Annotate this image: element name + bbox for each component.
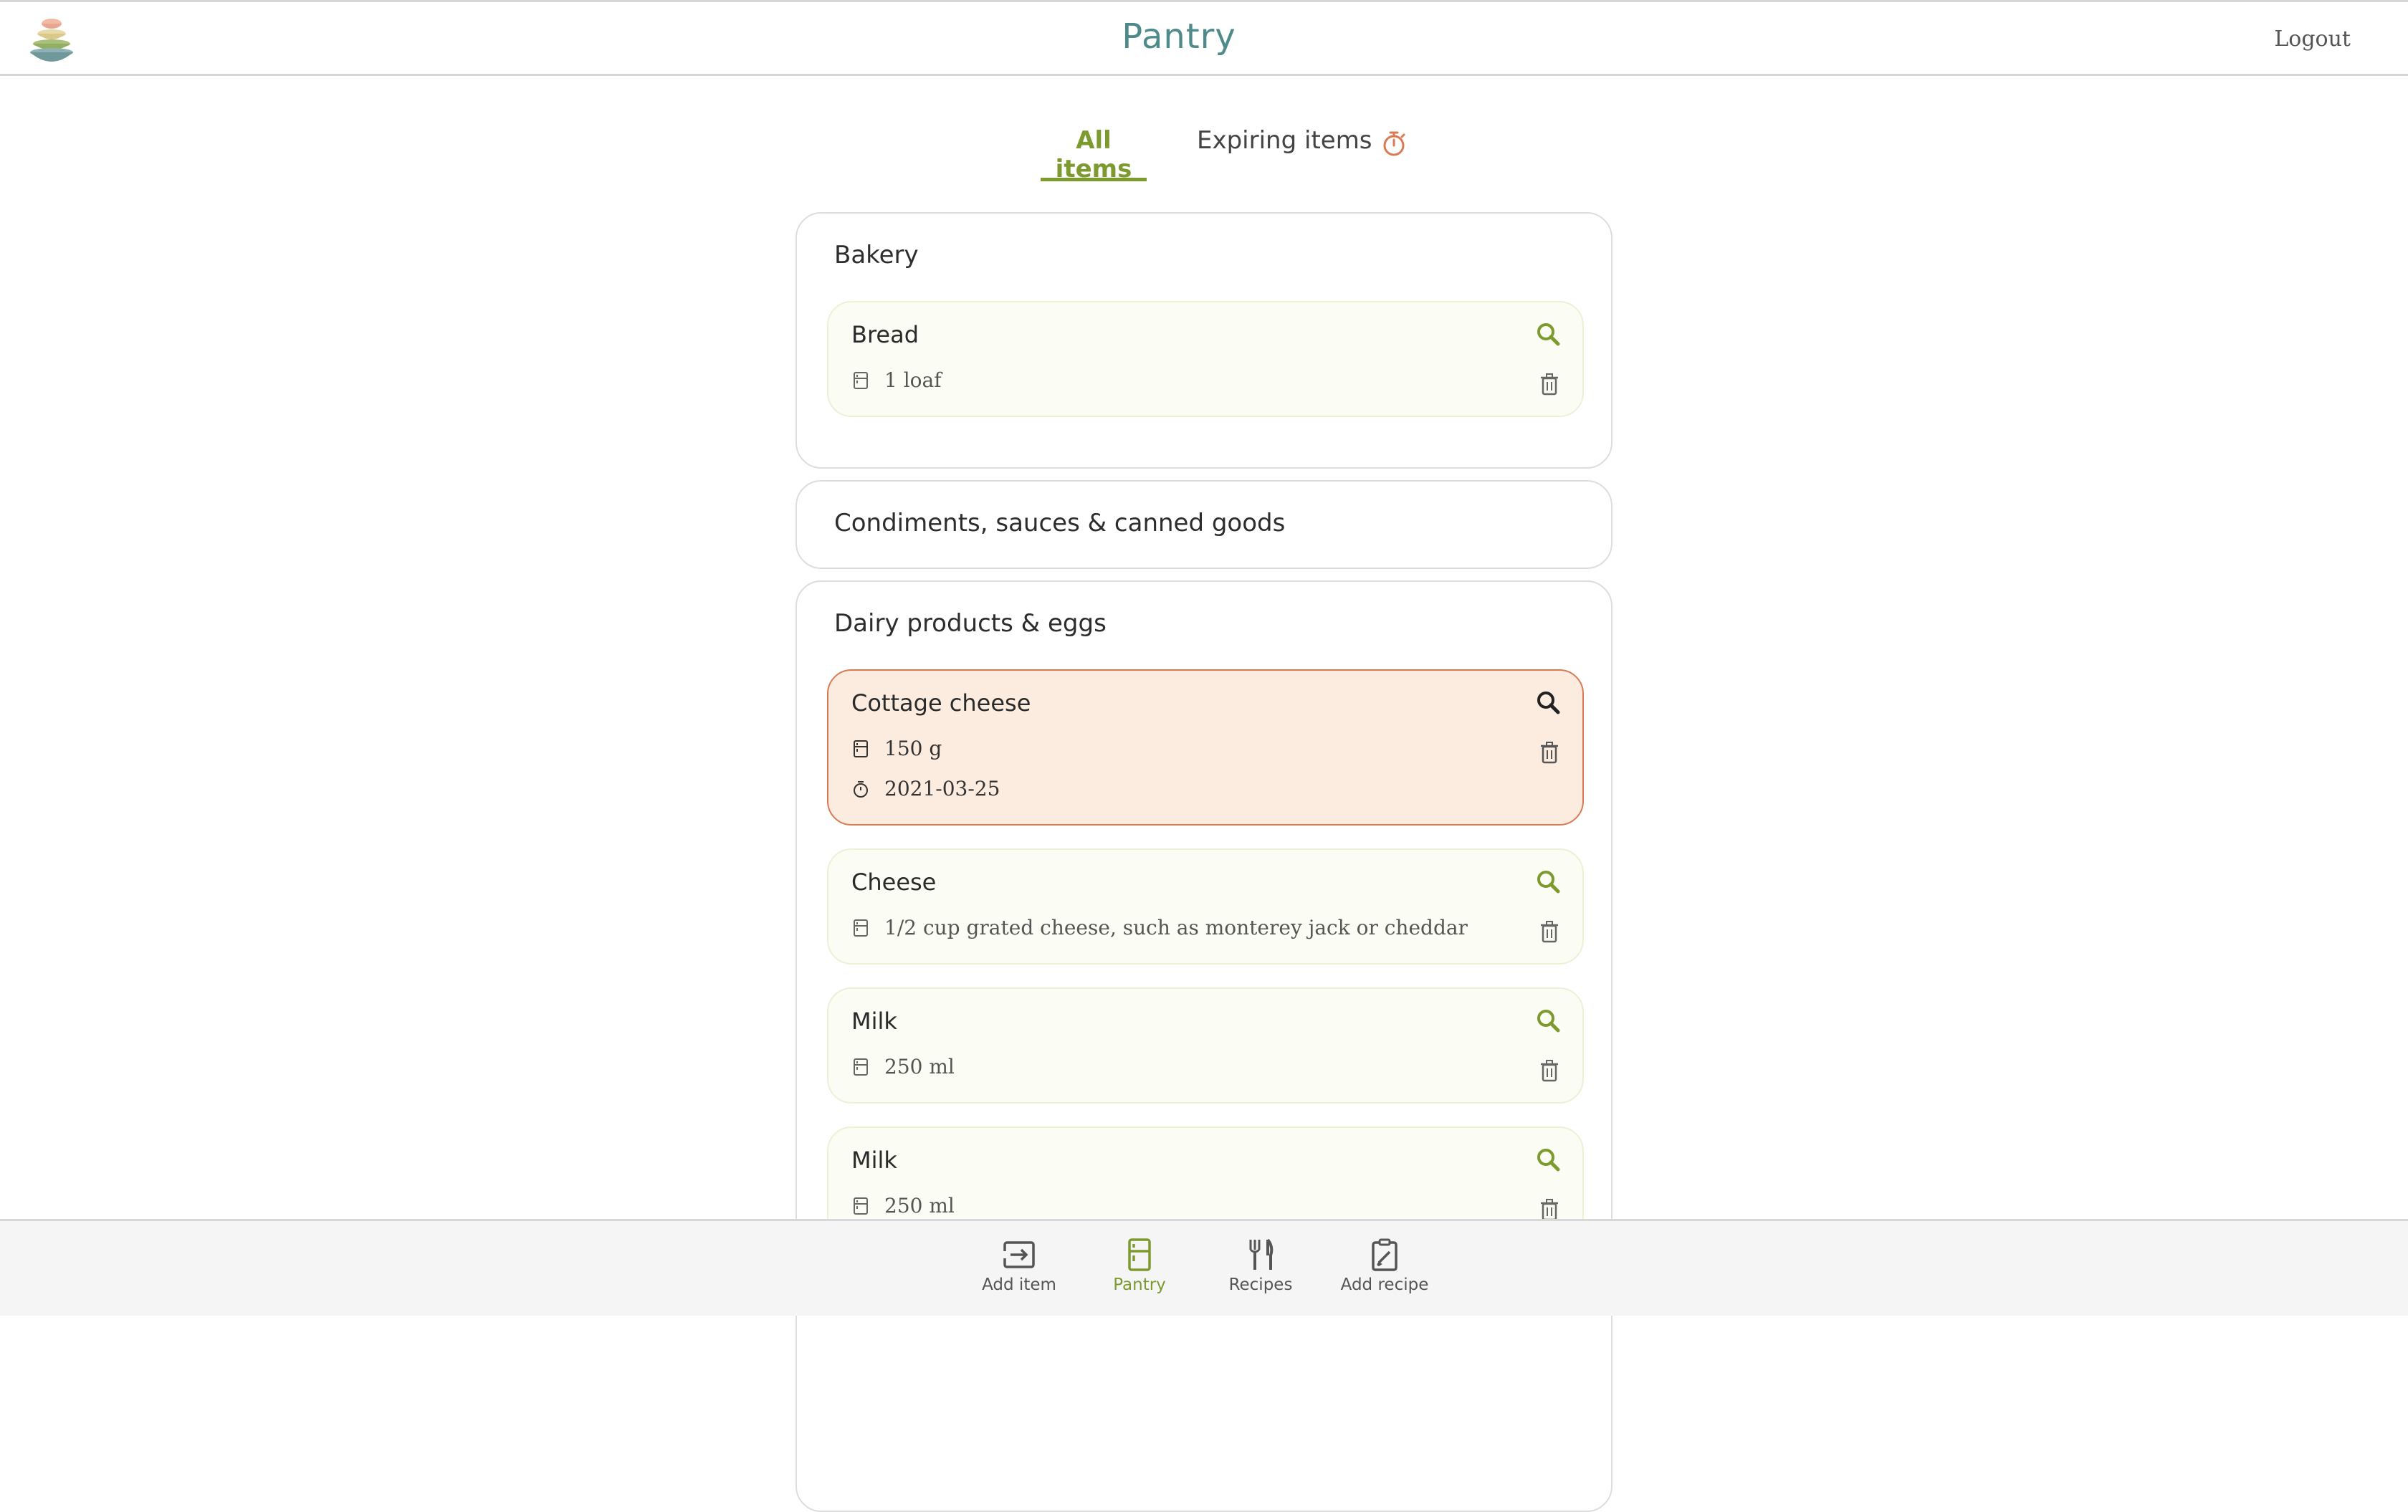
category-title: Dairy products & eggs <box>834 609 1107 638</box>
item-quantity-row: 250 ml <box>851 1194 955 1217</box>
stopwatch-icon <box>1383 131 1405 156</box>
item-quantity: 250 ml <box>884 1055 955 1078</box>
page-title: Pantry <box>1122 16 1236 57</box>
fridge-icon <box>854 1058 868 1076</box>
logout-link[interactable]: Logout <box>2274 27 2351 52</box>
pantry-item: Cheese 1/2 cup grated cheese, such as mo… <box>827 848 1584 965</box>
item-expiry-row: 2021-03-25 <box>851 777 1000 800</box>
fridge-icon <box>854 371 868 389</box>
search-icon[interactable] <box>1535 1147 1561 1172</box>
nav-add-recipe[interactable]: Add recipe <box>1340 1238 1429 1294</box>
pantry-item: Milk 250 ml <box>827 987 1584 1104</box>
fridge-icon <box>854 740 868 757</box>
trash-icon[interactable] <box>1539 920 1559 943</box>
nav-add-item[interactable]: Add item <box>978 1238 1061 1294</box>
item-quantity: 1 loaf <box>884 368 942 392</box>
nav-recipes[interactable]: Recipes <box>1227 1238 1294 1294</box>
trash-icon[interactable] <box>1539 741 1559 764</box>
bottom-nav: Add item Pantry Recipes Add recipe <box>0 1219 2408 1316</box>
tab-all-items-label: All items <box>1055 126 1132 183</box>
tab-expiring-items[interactable]: Expiring items <box>1197 126 1408 178</box>
nav-pantry-label: Pantry <box>1113 1276 1166 1294</box>
search-icon[interactable] <box>1535 1008 1561 1033</box>
tab-bar: All items Expiring items <box>0 126 2408 183</box>
search-icon[interactable] <box>1535 689 1561 715</box>
item-name: Milk <box>851 1147 897 1174</box>
category-dairy: Dairy products & eggs Cottage cheese 150… <box>796 580 1612 1512</box>
item-quantity-row: 1 loaf <box>851 368 942 392</box>
add-item-icon <box>1002 1241 1035 1268</box>
nav-add-item-label: Add item <box>982 1276 1056 1294</box>
category-condiments[interactable]: Condiments, sauces & canned goods <box>796 480 1612 569</box>
fridge-icon <box>854 1197 868 1215</box>
item-expiry-date: 2021-03-25 <box>884 777 1000 800</box>
trash-icon[interactable] <box>1539 1059 1559 1082</box>
fridge-icon <box>854 919 868 937</box>
item-quantity: 150 g <box>884 737 942 760</box>
search-icon[interactable] <box>1535 321 1561 347</box>
category-bakery: Bakery Bread 1 loaf <box>796 212 1612 469</box>
category-title: Condiments, sauces & canned goods <box>834 509 1286 537</box>
pantry-item-expiring: Cottage cheese 150 g 2021-03-25 <box>827 669 1584 826</box>
nav-pantry[interactable]: Pantry <box>1108 1238 1171 1294</box>
fridge-icon <box>1128 1238 1151 1271</box>
item-name: Cheese <box>851 869 937 896</box>
pantry-item: Bread 1 loaf <box>827 301 1584 417</box>
item-name: Milk <box>851 1008 897 1035</box>
nav-recipes-label: Recipes <box>1228 1276 1293 1294</box>
item-name: Bread <box>851 321 919 348</box>
item-quantity-row: 250 ml <box>851 1055 955 1078</box>
stopwatch-icon <box>854 780 868 798</box>
tab-all-items[interactable]: All items <box>1041 126 1147 183</box>
item-name: Cottage cheese <box>851 689 1031 717</box>
tab-expiring-items-label: Expiring items <box>1197 126 1372 155</box>
top-header: Pantry Logout <box>0 0 2408 76</box>
item-quantity-row: 150 g <box>851 737 942 760</box>
item-quantity: 1/2 cup grated cheese, such as monterey … <box>884 916 1468 939</box>
category-title: Bakery <box>834 241 919 269</box>
trash-icon[interactable] <box>1539 373 1559 396</box>
item-quantity-row: 1/2 cup grated cheese, such as monterey … <box>851 916 1468 939</box>
trash-icon[interactable] <box>1539 1198 1559 1221</box>
item-quantity: 250 ml <box>884 1194 955 1217</box>
nav-add-recipe-label: Add recipe <box>1340 1276 1429 1294</box>
utensils-icon <box>1249 1238 1274 1270</box>
edit-recipe-icon <box>1372 1238 1398 1271</box>
search-icon[interactable] <box>1535 869 1561 894</box>
